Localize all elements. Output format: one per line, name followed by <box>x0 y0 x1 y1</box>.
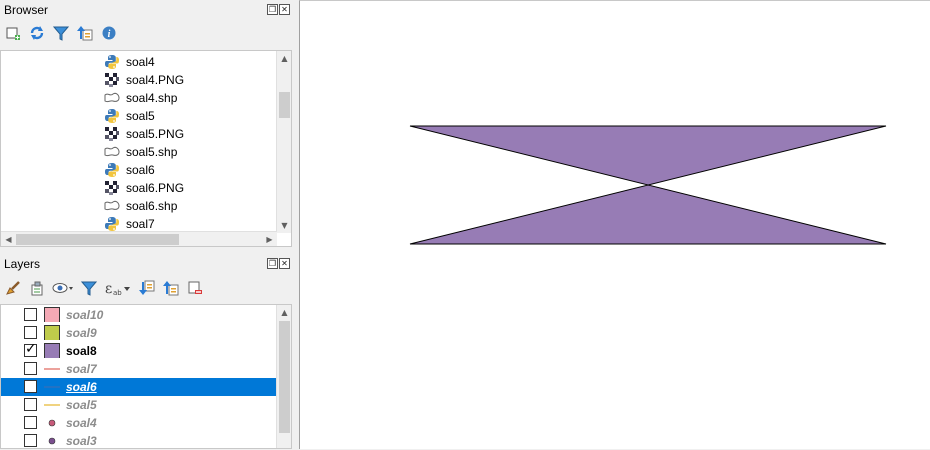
browser-vertical-scrollbar[interactable]: ▲ ▼ <box>276 51 291 233</box>
eye-icon[interactable] <box>52 279 74 297</box>
python-icon <box>104 108 120 124</box>
browser-item-label: soal6.PNG <box>126 181 185 195</box>
collapse-all-icon[interactable] <box>76 24 94 42</box>
layer-item[interactable]: soal6 <box>1 378 277 396</box>
add-layer-icon[interactable] <box>4 24 22 42</box>
left-dock: Browser ❐ ✕ i soal4 soal4.PNG soal4.shp soa… <box>0 0 296 449</box>
float-panel-icon[interactable]: ❐ <box>267 258 278 269</box>
layer-item[interactable]: ✓ soal8 <box>1 341 277 360</box>
svg-text:ab: ab <box>113 289 122 296</box>
layer-item[interactable]: soal4 <box>1 414 277 432</box>
scroll-thumb[interactable] <box>279 92 290 118</box>
close-icon[interactable]: ✕ <box>279 258 290 269</box>
layer-item[interactable]: soal7 <box>1 360 277 378</box>
scroll-thumb[interactable] <box>279 321 290 433</box>
scroll-up-icon[interactable]: ▲ <box>277 305 291 320</box>
layer-item[interactable]: soal5 <box>1 396 277 414</box>
browser-item-label: soal5.PNG <box>126 127 185 141</box>
browser-item-label: soal4.PNG <box>126 73 185 87</box>
layer-visibility-checkbox[interactable] <box>24 416 37 429</box>
browser-toolbar: i <box>4 24 118 42</box>
layer-label: soal7 <box>66 362 97 376</box>
layer-visibility-checkbox[interactable] <box>24 398 37 411</box>
browser-panel-title: Browser <box>4 3 49 17</box>
point-symbol-icon <box>44 432 60 448</box>
collapse-all-icon[interactable] <box>162 279 180 297</box>
layers-tree[interactable]: soal10 soal9 ✓ soal8 soal7 soal6 soal5 soal4 soa… <box>0 304 292 449</box>
layer-visibility-checkbox[interactable] <box>24 380 37 393</box>
browser-tree[interactable]: soal4 soal4.PNG soal4.shp soal5 soal5.PNG soa… <box>0 50 292 247</box>
svg-text:ε: ε <box>105 281 112 296</box>
bowtie-polygon-feature <box>409 125 887 245</box>
browser-item-label: soal5 <box>126 109 155 123</box>
python-icon <box>104 162 120 178</box>
browser-item[interactable]: soal4 <box>1 53 277 71</box>
browser-item[interactable]: soal4.PNG <box>1 71 277 89</box>
vector-icon <box>104 90 120 106</box>
svg-text:i: i <box>108 29 111 40</box>
layer-item[interactable]: soal9 <box>1 324 277 342</box>
info-icon[interactable]: i <box>100 24 118 42</box>
filter-icon[interactable] <box>80 279 98 297</box>
layers-vertical-scrollbar[interactable]: ▲ <box>276 305 291 448</box>
scroll-left-icon[interactable]: ◀ <box>1 232 16 246</box>
layer-label: soal6 <box>66 380 97 394</box>
layer-label: soal3 <box>66 434 97 448</box>
scroll-down-icon[interactable]: ▼ <box>277 218 291 233</box>
style-brush-icon[interactable] <box>4 279 22 297</box>
vector-icon <box>104 144 120 160</box>
layer-visibility-checkbox[interactable] <box>24 362 37 375</box>
scroll-thumb[interactable] <box>16 234 179 245</box>
layer-label: soal4 <box>66 416 97 430</box>
layer-label: soal9 <box>66 326 97 340</box>
expression-icon[interactable]: ε ab <box>104 279 132 297</box>
browser-horizontal-scrollbar[interactable]: ◀ ▶ <box>1 231 277 246</box>
close-icon[interactable]: ✕ <box>279 4 290 15</box>
add-group-icon[interactable] <box>28 279 46 297</box>
layer-item[interactable]: soal3 <box>1 432 277 448</box>
raster-icon <box>104 72 120 88</box>
raster-icon <box>104 180 120 196</box>
expand-all-icon[interactable] <box>138 279 156 297</box>
scroll-right-icon[interactable]: ▶ <box>262 232 277 246</box>
browser-item[interactable]: soal5.shp <box>1 143 277 161</box>
raster-icon <box>104 126 120 142</box>
browser-item-label: soal6.shp <box>126 199 178 213</box>
layer-item[interactable]: soal10 <box>1 306 277 324</box>
browser-item[interactable]: soal4.shp <box>1 89 277 107</box>
browser-item-label: soal5.shp <box>126 145 178 159</box>
vector-icon <box>104 198 120 214</box>
filter-icon[interactable] <box>52 24 70 42</box>
browser-item[interactable]: soal6 <box>1 161 277 179</box>
scroll-up-icon[interactable]: ▲ <box>277 51 291 66</box>
float-panel-icon[interactable]: ❐ <box>267 4 278 15</box>
layer-visibility-checkbox[interactable] <box>24 326 37 339</box>
python-icon <box>104 216 120 232</box>
refresh-icon[interactable] <box>28 24 46 42</box>
browser-item[interactable]: soal5.PNG <box>1 125 277 143</box>
browser-item-label: soal4.shp <box>126 91 178 105</box>
layer-label: soal8 <box>66 344 97 358</box>
browser-item-label: soal4 <box>126 55 155 69</box>
browser-item-label: soal6 <box>126 163 155 177</box>
map-canvas[interactable] <box>299 0 930 449</box>
remove-layer-icon[interactable] <box>186 279 204 297</box>
layer-label: soal5 <box>66 398 97 412</box>
layers-panel-title: Layers <box>4 257 41 271</box>
browser-item[interactable]: soal5 <box>1 107 277 125</box>
browser-item[interactable]: soal6.shp <box>1 197 277 215</box>
browser-item[interactable]: soal6.PNG <box>1 179 277 197</box>
layer-visibility-checkbox[interactable] <box>24 308 37 321</box>
layer-visibility-checkbox[interactable]: ✓ <box>24 341 37 357</box>
python-icon <box>104 54 120 70</box>
layer-label: soal10 <box>66 308 104 322</box>
layer-visibility-checkbox[interactable] <box>24 434 37 447</box>
checkmark-icon: ✓ <box>25 341 37 357</box>
layers-toolbar: ε ab <box>4 279 204 297</box>
